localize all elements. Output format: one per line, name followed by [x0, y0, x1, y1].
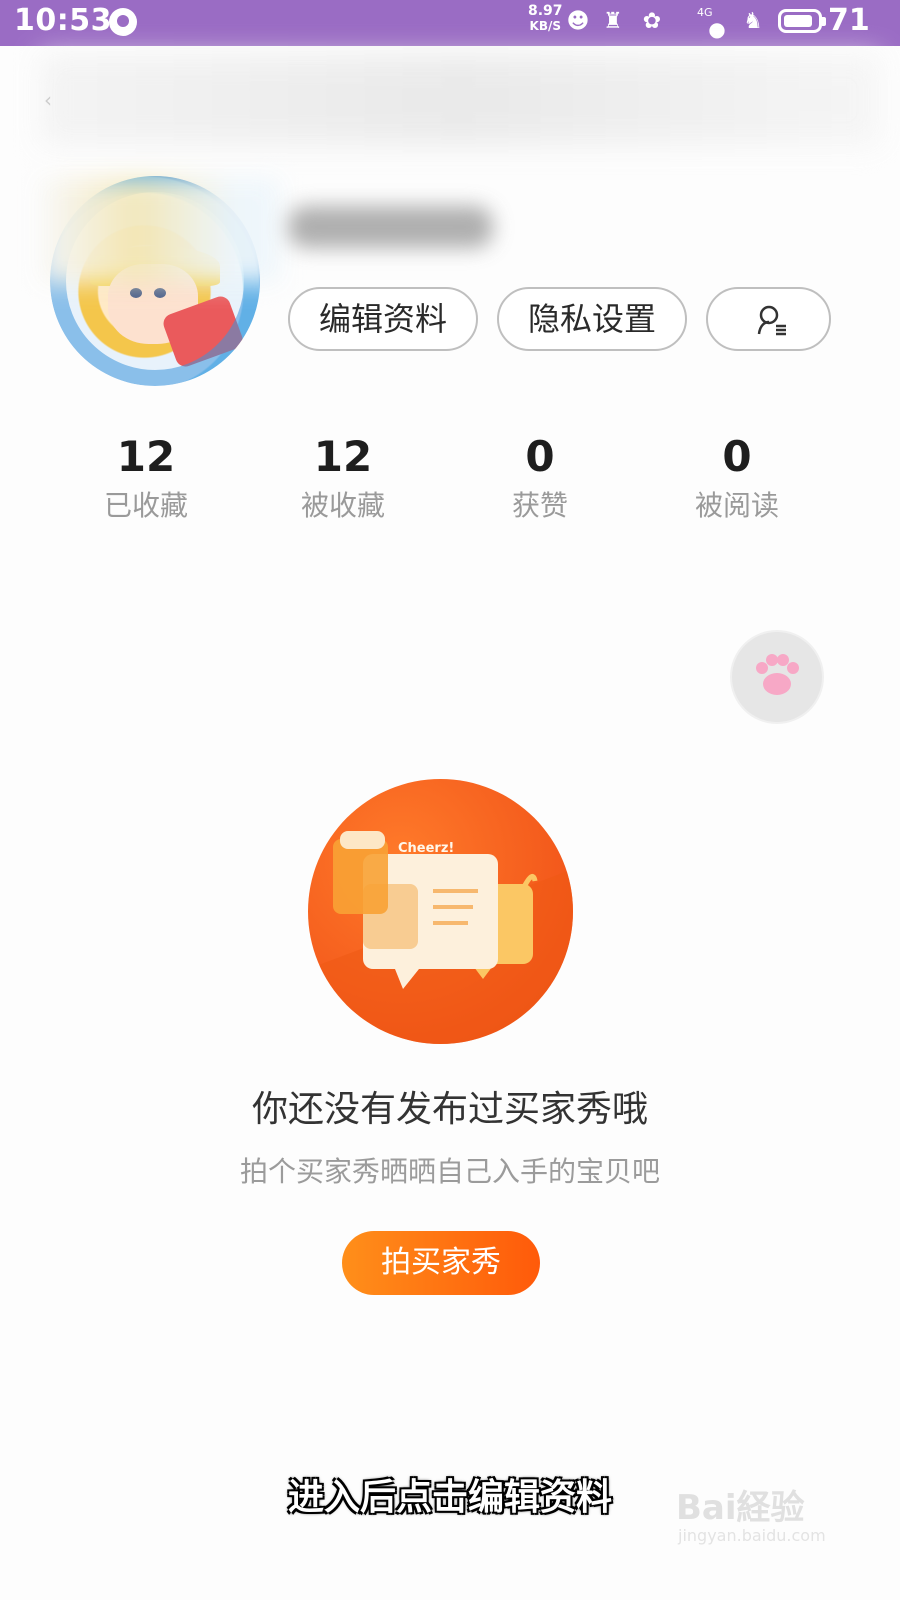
status-bar: 10:53 8.97 KB/S ☻ ♜ ✿ 4G ● ♞ 71 — [0, 0, 900, 46]
app-notification-icon-2: ♜ — [603, 9, 623, 34]
battery-level: 71 — [828, 3, 870, 38]
paw-icon — [756, 654, 799, 695]
user-list-button[interactable] — [706, 287, 831, 351]
app-notification-icon-4: ♞ — [743, 9, 763, 34]
watermark-url: jingyan.baidu.com — [678, 1526, 826, 1545]
empty-state-illustration: Cheerz! — [308, 779, 573, 1044]
signal-icon: ● — [708, 17, 726, 41]
header-bar — [40, 55, 880, 145]
stat-value: 0 — [722, 432, 752, 481]
chat-bubbles-icon: Cheerz! — [308, 831, 573, 1044]
baidu-watermark: Bai経验 jingyan.baidu.com — [676, 1480, 866, 1550]
stat-label: 被阅读 — [694, 489, 779, 522]
username-blurred — [288, 206, 493, 248]
illustration-text: Cheerz! — [398, 841, 454, 856]
stat-collected-by-others[interactable]: 12 被收藏 — [273, 430, 413, 526]
empty-state-title: 你还没有发布过买家秀哦 — [251, 1089, 648, 1130]
stat-label: 已收藏 — [103, 489, 188, 522]
app-notification-icon-3: ✿ — [642, 9, 662, 34]
privacy-settings-button[interactable]: 隐私设置 — [497, 287, 687, 351]
user-list-icon — [757, 305, 786, 336]
stat-reads[interactable]: 0 被阅读 — [667, 430, 807, 526]
paw-float-button[interactable] — [732, 632, 822, 722]
notification-icon — [109, 8, 137, 36]
post-buyer-show-button[interactable]: 拍买家秀 — [342, 1231, 540, 1295]
stat-likes[interactable]: 0 获赞 — [470, 430, 610, 526]
status-time: 10:53 — [14, 3, 112, 38]
watermark-brand: Bai経验 — [676, 1488, 805, 1528]
stat-label: 获赞 — [511, 489, 568, 522]
stat-label: 被收藏 — [300, 489, 385, 522]
stat-value: 12 — [116, 432, 176, 481]
edit-profile-button[interactable]: 编辑资料 — [288, 287, 478, 351]
network-speed: 8.97 KB/S — [528, 3, 563, 34]
app-notification-icon: ☻ — [566, 9, 590, 34]
stat-value: 12 — [313, 432, 373, 481]
empty-state-subtitle: 拍个买家秀晒晒自己入手的宝贝吧 — [239, 1155, 660, 1188]
stat-value: 0 — [525, 432, 555, 481]
back-icon[interactable]: ‹ — [44, 90, 60, 110]
battery-icon — [778, 9, 826, 33]
avatar-blur-overlay — [40, 178, 280, 283]
stat-collected[interactable]: 12 已收藏 — [76, 430, 216, 526]
